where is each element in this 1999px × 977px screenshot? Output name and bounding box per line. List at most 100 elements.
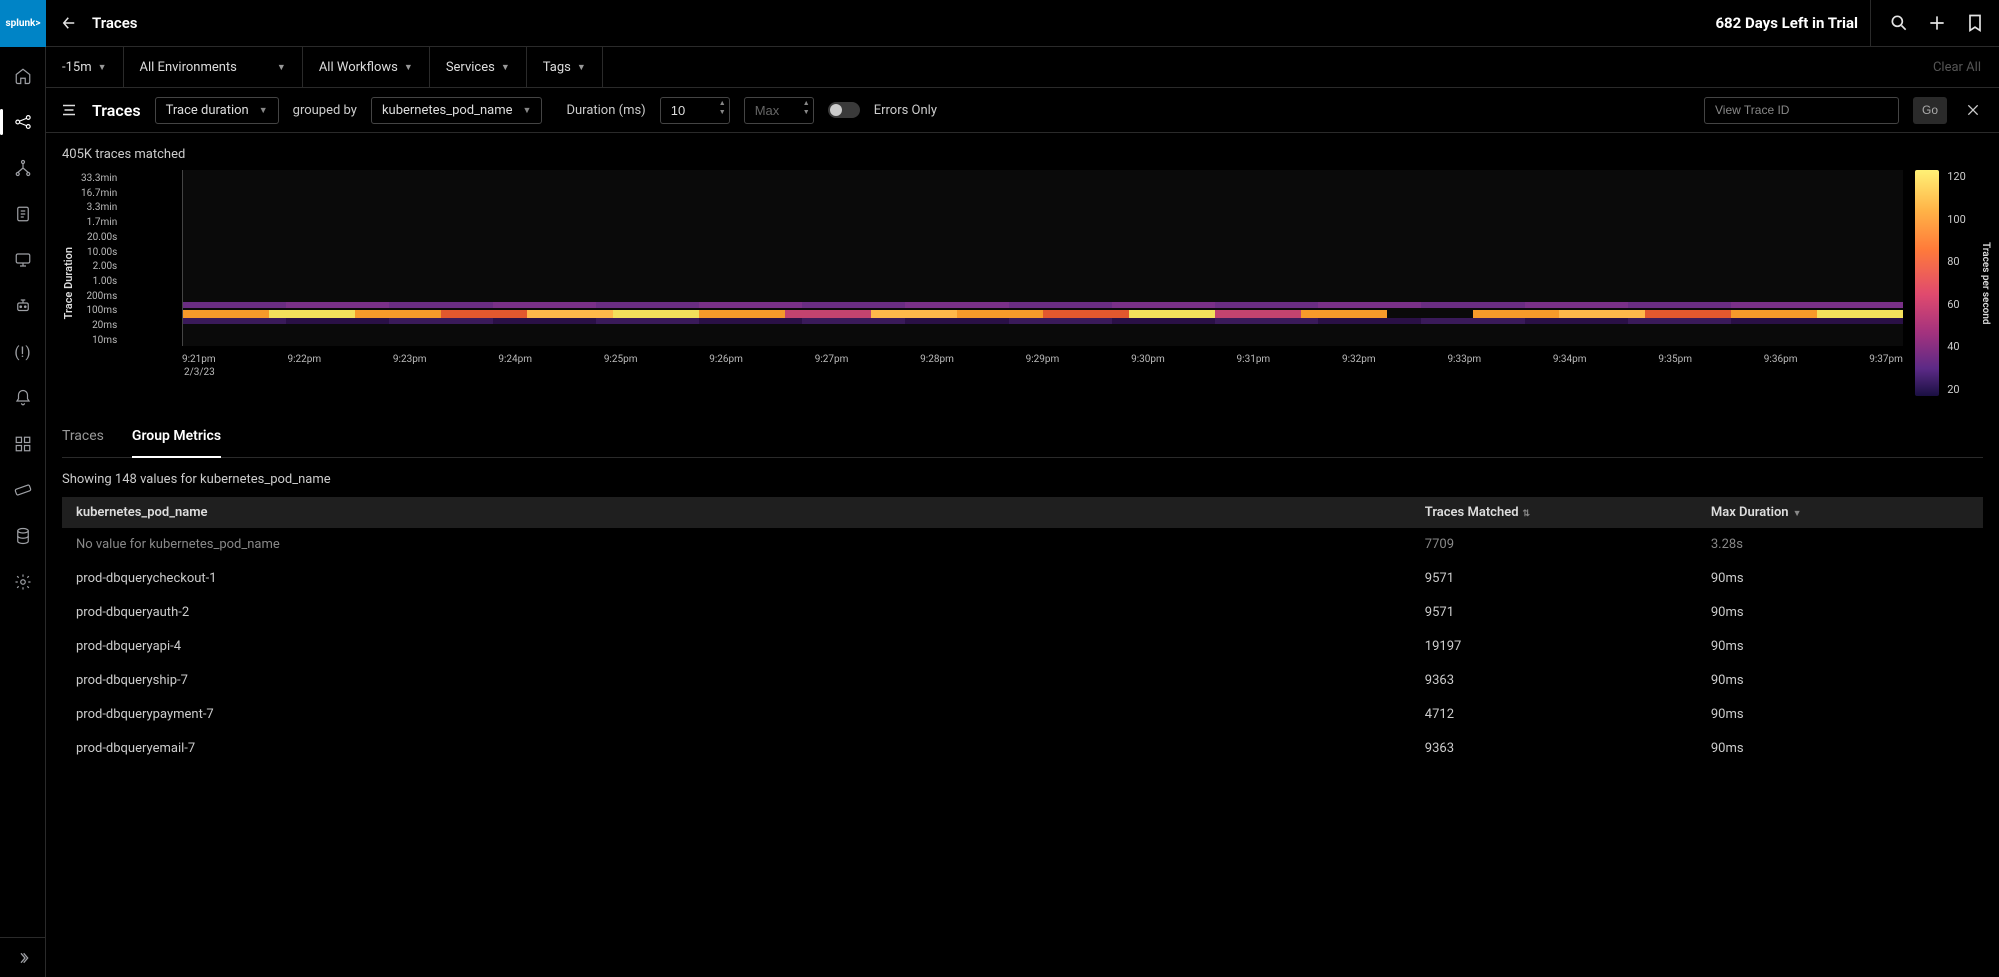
grouped-by-label: grouped by (293, 103, 357, 118)
tabs: Traces Group Metrics (62, 420, 1983, 458)
cell-matched: 9363 (1411, 732, 1697, 766)
table-row[interactable]: prod-dbqueryapi-41919790ms (62, 630, 1983, 664)
document-icon (14, 205, 32, 223)
go-button[interactable]: Go (1913, 97, 1947, 124)
group-field-label: kubernetes_pod_name (382, 103, 513, 118)
heatmap-chart: Trace Duration 33.3min16.7min3.3min1.7mi… (62, 170, 1983, 396)
services-filter-label: Services (446, 60, 495, 75)
errors-only-toggle[interactable] (828, 102, 860, 118)
list-icon-button[interactable] (60, 101, 78, 119)
table-row[interactable]: No value for kubernetes_pod_name77093.28… (62, 528, 1983, 562)
th-duration[interactable]: Max Duration▼ (1697, 497, 1983, 528)
cell-duration: 90ms (1697, 664, 1983, 698)
caret-down-icon: ▼ (98, 62, 107, 73)
cell-matched: 9571 (1411, 562, 1697, 596)
nav-alerts[interactable] (0, 379, 46, 417)
search-button[interactable] (1889, 13, 1909, 33)
list-icon (60, 101, 78, 119)
cell-name: No value for kubernetes_pod_name (62, 528, 1411, 562)
env-filter[interactable]: All Environments ▼ (124, 47, 303, 87)
header: Traces 682 Days Left in Trial (46, 0, 1999, 47)
controls-row: Traces Trace duration▼ grouped by kubern… (46, 88, 1999, 133)
nav-dashboards[interactable] (0, 425, 46, 463)
trace-id-input[interactable] (1704, 97, 1899, 124)
cell-name: prod-dbqueryauth-2 (62, 596, 1411, 630)
nav-infra[interactable] (0, 149, 46, 187)
tags-filter[interactable]: Tags▼ (527, 47, 603, 87)
duration-label: Duration (ms) (566, 103, 645, 118)
add-button[interactable] (1927, 13, 1947, 33)
table-row[interactable]: prod-dbqueryauth-2957190ms (62, 596, 1983, 630)
env-filter-label: All Environments (140, 60, 237, 75)
chart-date: 2/3/23 (182, 367, 1903, 378)
cell-matched: 7709 (1411, 528, 1697, 562)
grid-icon (14, 435, 32, 453)
robot-icon (14, 297, 32, 315)
tab-traces[interactable]: Traces (62, 420, 104, 457)
results-table: kubernetes_pod_name Traces Matched⇅ Max … (62, 497, 1983, 766)
nav-synthetics[interactable] (0, 287, 46, 325)
stepper-down-icon[interactable]: ▼ (803, 108, 810, 116)
cell-duration: 90ms (1697, 732, 1983, 766)
time-filter-label: -15m (62, 60, 92, 75)
arrow-left-icon (60, 14, 78, 32)
cell-matched: 9571 (1411, 596, 1697, 630)
filter-bar: -15m▼ All Environments▼ All Workflows▼ S… (46, 47, 1999, 88)
nav-apm[interactable] (0, 103, 46, 141)
stepper-down-icon[interactable]: ▼ (719, 108, 726, 116)
alert-icon: (!) (14, 343, 31, 361)
workflows-filter-label: All Workflows (319, 60, 398, 75)
tab-group-metrics[interactable]: Group Metrics (132, 420, 221, 458)
workflows-filter[interactable]: All Workflows▼ (303, 47, 430, 87)
cell-duration: 90ms (1697, 562, 1983, 596)
nav-logs[interactable] (0, 195, 46, 233)
caret-down-icon: ▼ (501, 62, 510, 73)
cell-name: prod-dbqueryship-7 (62, 664, 1411, 698)
nav-settings[interactable] (0, 563, 46, 601)
table-row[interactable]: prod-dbquerypayment-7471290ms (62, 698, 1983, 732)
nodes-icon (14, 113, 32, 131)
nav-expand[interactable] (0, 937, 45, 977)
table-row[interactable]: prod-dbqueryemail-7936390ms (62, 732, 1983, 766)
table-row[interactable]: prod-dbquerycheckout-1957190ms (62, 562, 1983, 596)
th-name[interactable]: kubernetes_pod_name (62, 497, 1411, 528)
close-icon (1965, 102, 1981, 118)
nav-home[interactable] (0, 57, 46, 95)
chart-xticks: 9:21pm9:22pm9:23pm9:24pm9:25pm9:26pm9:27… (182, 354, 1903, 365)
plus-icon (1927, 13, 1947, 33)
th-matched[interactable]: Traces Matched⇅ (1411, 497, 1697, 528)
stepper-up-icon[interactable]: ▲ (719, 99, 726, 107)
colorbar-ticks: 12010080604020 (1947, 170, 1966, 396)
match-count: 405K traces matched (62, 147, 1983, 162)
nav-sidebar: splunk> (!) (0, 0, 46, 977)
caret-down-icon: ▼ (277, 62, 286, 73)
cell-duration: 90ms (1697, 698, 1983, 732)
close-button[interactable] (1961, 102, 1985, 118)
cell-name: prod-dbqueryapi-4 (62, 630, 1411, 664)
colorbar-label: Traces per second (1980, 242, 1991, 325)
cell-matched: 19197 (1411, 630, 1697, 664)
bell-icon (14, 389, 32, 407)
heatmap-area[interactable] (182, 170, 1903, 346)
stepper-up-icon[interactable]: ▲ (803, 99, 810, 107)
group-field-dropdown[interactable]: kubernetes_pod_name▼ (371, 97, 543, 124)
chart-ylabel: Trace Duration (62, 247, 75, 319)
nav-rum[interactable] (0, 241, 46, 279)
services-filter[interactable]: Services ▼ (430, 47, 527, 87)
logo[interactable]: splunk> (0, 0, 46, 47)
table-row[interactable]: prod-dbqueryship-7936390ms (62, 664, 1983, 698)
trace-duration-dropdown[interactable]: Trace duration▼ (155, 97, 279, 124)
caret-down-icon: ▼ (577, 62, 586, 73)
nav-data[interactable] (0, 517, 46, 555)
cell-matched: 4712 (1411, 698, 1697, 732)
nav-incidents[interactable]: (!) (0, 333, 46, 371)
time-filter[interactable]: -15m ▼ (46, 47, 124, 87)
back-button[interactable] (60, 14, 78, 32)
traces-heading: Traces (92, 101, 141, 120)
nav-metrics[interactable] (0, 471, 46, 509)
page-title: Traces (92, 14, 138, 32)
bookmark-button[interactable] (1965, 13, 1985, 33)
cell-name: prod-dbqueryemail-7 (62, 732, 1411, 766)
chart-yticks: 33.3min16.7min3.3min1.7min20.00s10.00s2.… (81, 170, 117, 346)
clear-all-button[interactable]: Clear All (1915, 47, 1999, 87)
